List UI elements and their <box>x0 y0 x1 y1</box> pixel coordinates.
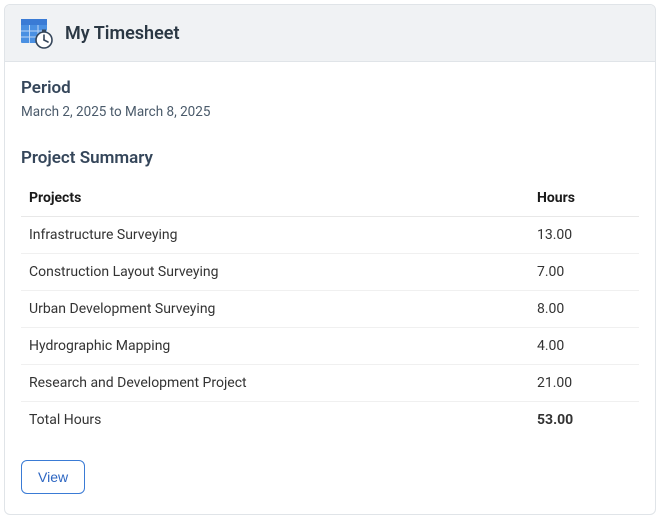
cell-project: Research and Development Project <box>21 365 529 402</box>
table-row: Construction Layout Surveying 7.00 <box>21 254 639 291</box>
view-button[interactable]: View <box>21 460 85 494</box>
cell-project: Infrastructure Surveying <box>21 217 529 254</box>
cell-hours: 4.00 <box>529 328 639 365</box>
summary-table: Projects Hours Infrastructure Surveying … <box>21 180 639 438</box>
cell-hours: 7.00 <box>529 254 639 291</box>
timesheet-card: My Timesheet Period March 2, 2025 to Mar… <box>4 4 656 515</box>
table-row: Urban Development Surveying 8.00 <box>21 291 639 328</box>
cell-project: Construction Layout Surveying <box>21 254 529 291</box>
period-value: March 2, 2025 to March 8, 2025 <box>21 104 639 120</box>
cell-project: Hydrographic Mapping <box>21 328 529 365</box>
card-title: My Timesheet <box>65 23 180 44</box>
cell-hours: 13.00 <box>529 217 639 254</box>
card-header: My Timesheet <box>5 5 655 62</box>
cell-total-label: Total Hours <box>21 402 529 439</box>
table-row: Research and Development Project 21.00 <box>21 365 639 402</box>
cell-hours: 21.00 <box>529 365 639 402</box>
col-hours: Hours <box>529 180 639 217</box>
card-body: Period March 2, 2025 to March 8, 2025 Pr… <box>5 62 655 514</box>
table-row: Infrastructure Surveying 13.00 <box>21 217 639 254</box>
cell-total-hours: 53.00 <box>529 402 639 439</box>
cell-hours: 8.00 <box>529 291 639 328</box>
period-label: Period <box>21 78 639 98</box>
summary-title: Project Summary <box>21 148 639 168</box>
timesheet-icon <box>21 17 53 49</box>
col-projects: Projects <box>21 180 529 217</box>
table-row: Hydrographic Mapping 4.00 <box>21 328 639 365</box>
cell-project: Urban Development Surveying <box>21 291 529 328</box>
table-row-total: Total Hours 53.00 <box>21 402 639 439</box>
